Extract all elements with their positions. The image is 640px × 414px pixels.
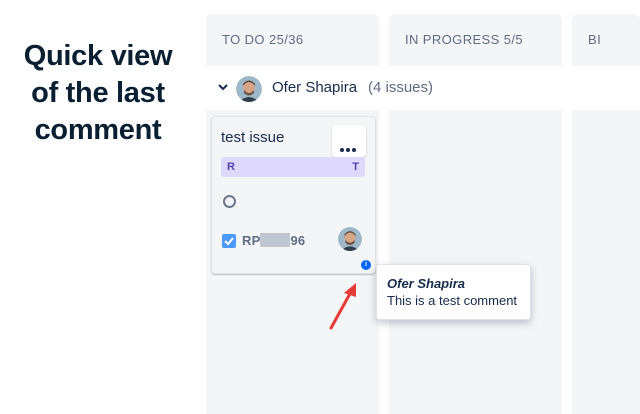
column-header: IN PROGRESS 5/5 bbox=[405, 32, 523, 47]
status-circle-icon bbox=[223, 195, 236, 208]
column-header: BI bbox=[588, 32, 602, 47]
issue-card[interactable]: test issue R T RP 96 i bbox=[211, 116, 376, 274]
more-actions-button[interactable] bbox=[332, 125, 366, 157]
swimlane-assignee: Ofer Shapira bbox=[272, 79, 358, 96]
promo-line: comment bbox=[34, 114, 162, 146]
column-in-progress-body bbox=[389, 110, 562, 400]
assignee-avatar[interactable] bbox=[338, 227, 362, 251]
comment-info-icon[interactable]: i bbox=[361, 260, 371, 270]
chevron-down-icon[interactable] bbox=[216, 80, 230, 94]
promo-line: of the last bbox=[31, 77, 165, 109]
swimlane-header[interactable]: Ofer Shapira (4 issues) bbox=[206, 66, 640, 110]
checkbox-icon bbox=[222, 234, 236, 248]
comment-tooltip: Ofer Shapira This is a test comment bbox=[376, 264, 531, 320]
card-title: test issue bbox=[221, 129, 285, 146]
pointer-arrow-icon bbox=[329, 283, 356, 330]
tooltip-comment: This is a test comment bbox=[387, 293, 518, 308]
epic-label: R T bbox=[221, 157, 365, 177]
promo-headline: Quick view of the last comment bbox=[18, 38, 178, 149]
more-icon bbox=[340, 139, 358, 157]
swimlane-issue-count: (4 issues) bbox=[368, 79, 434, 96]
promo-line: Quick view bbox=[23, 40, 173, 72]
column-header: TO DO 25/36 bbox=[222, 32, 304, 47]
tooltip-author: Ofer Shapira bbox=[387, 276, 466, 291]
issue-key: RP 96 bbox=[242, 233, 306, 248]
redacted-block bbox=[260, 233, 291, 247]
column-next-body bbox=[572, 110, 640, 400]
avatar bbox=[236, 76, 262, 102]
